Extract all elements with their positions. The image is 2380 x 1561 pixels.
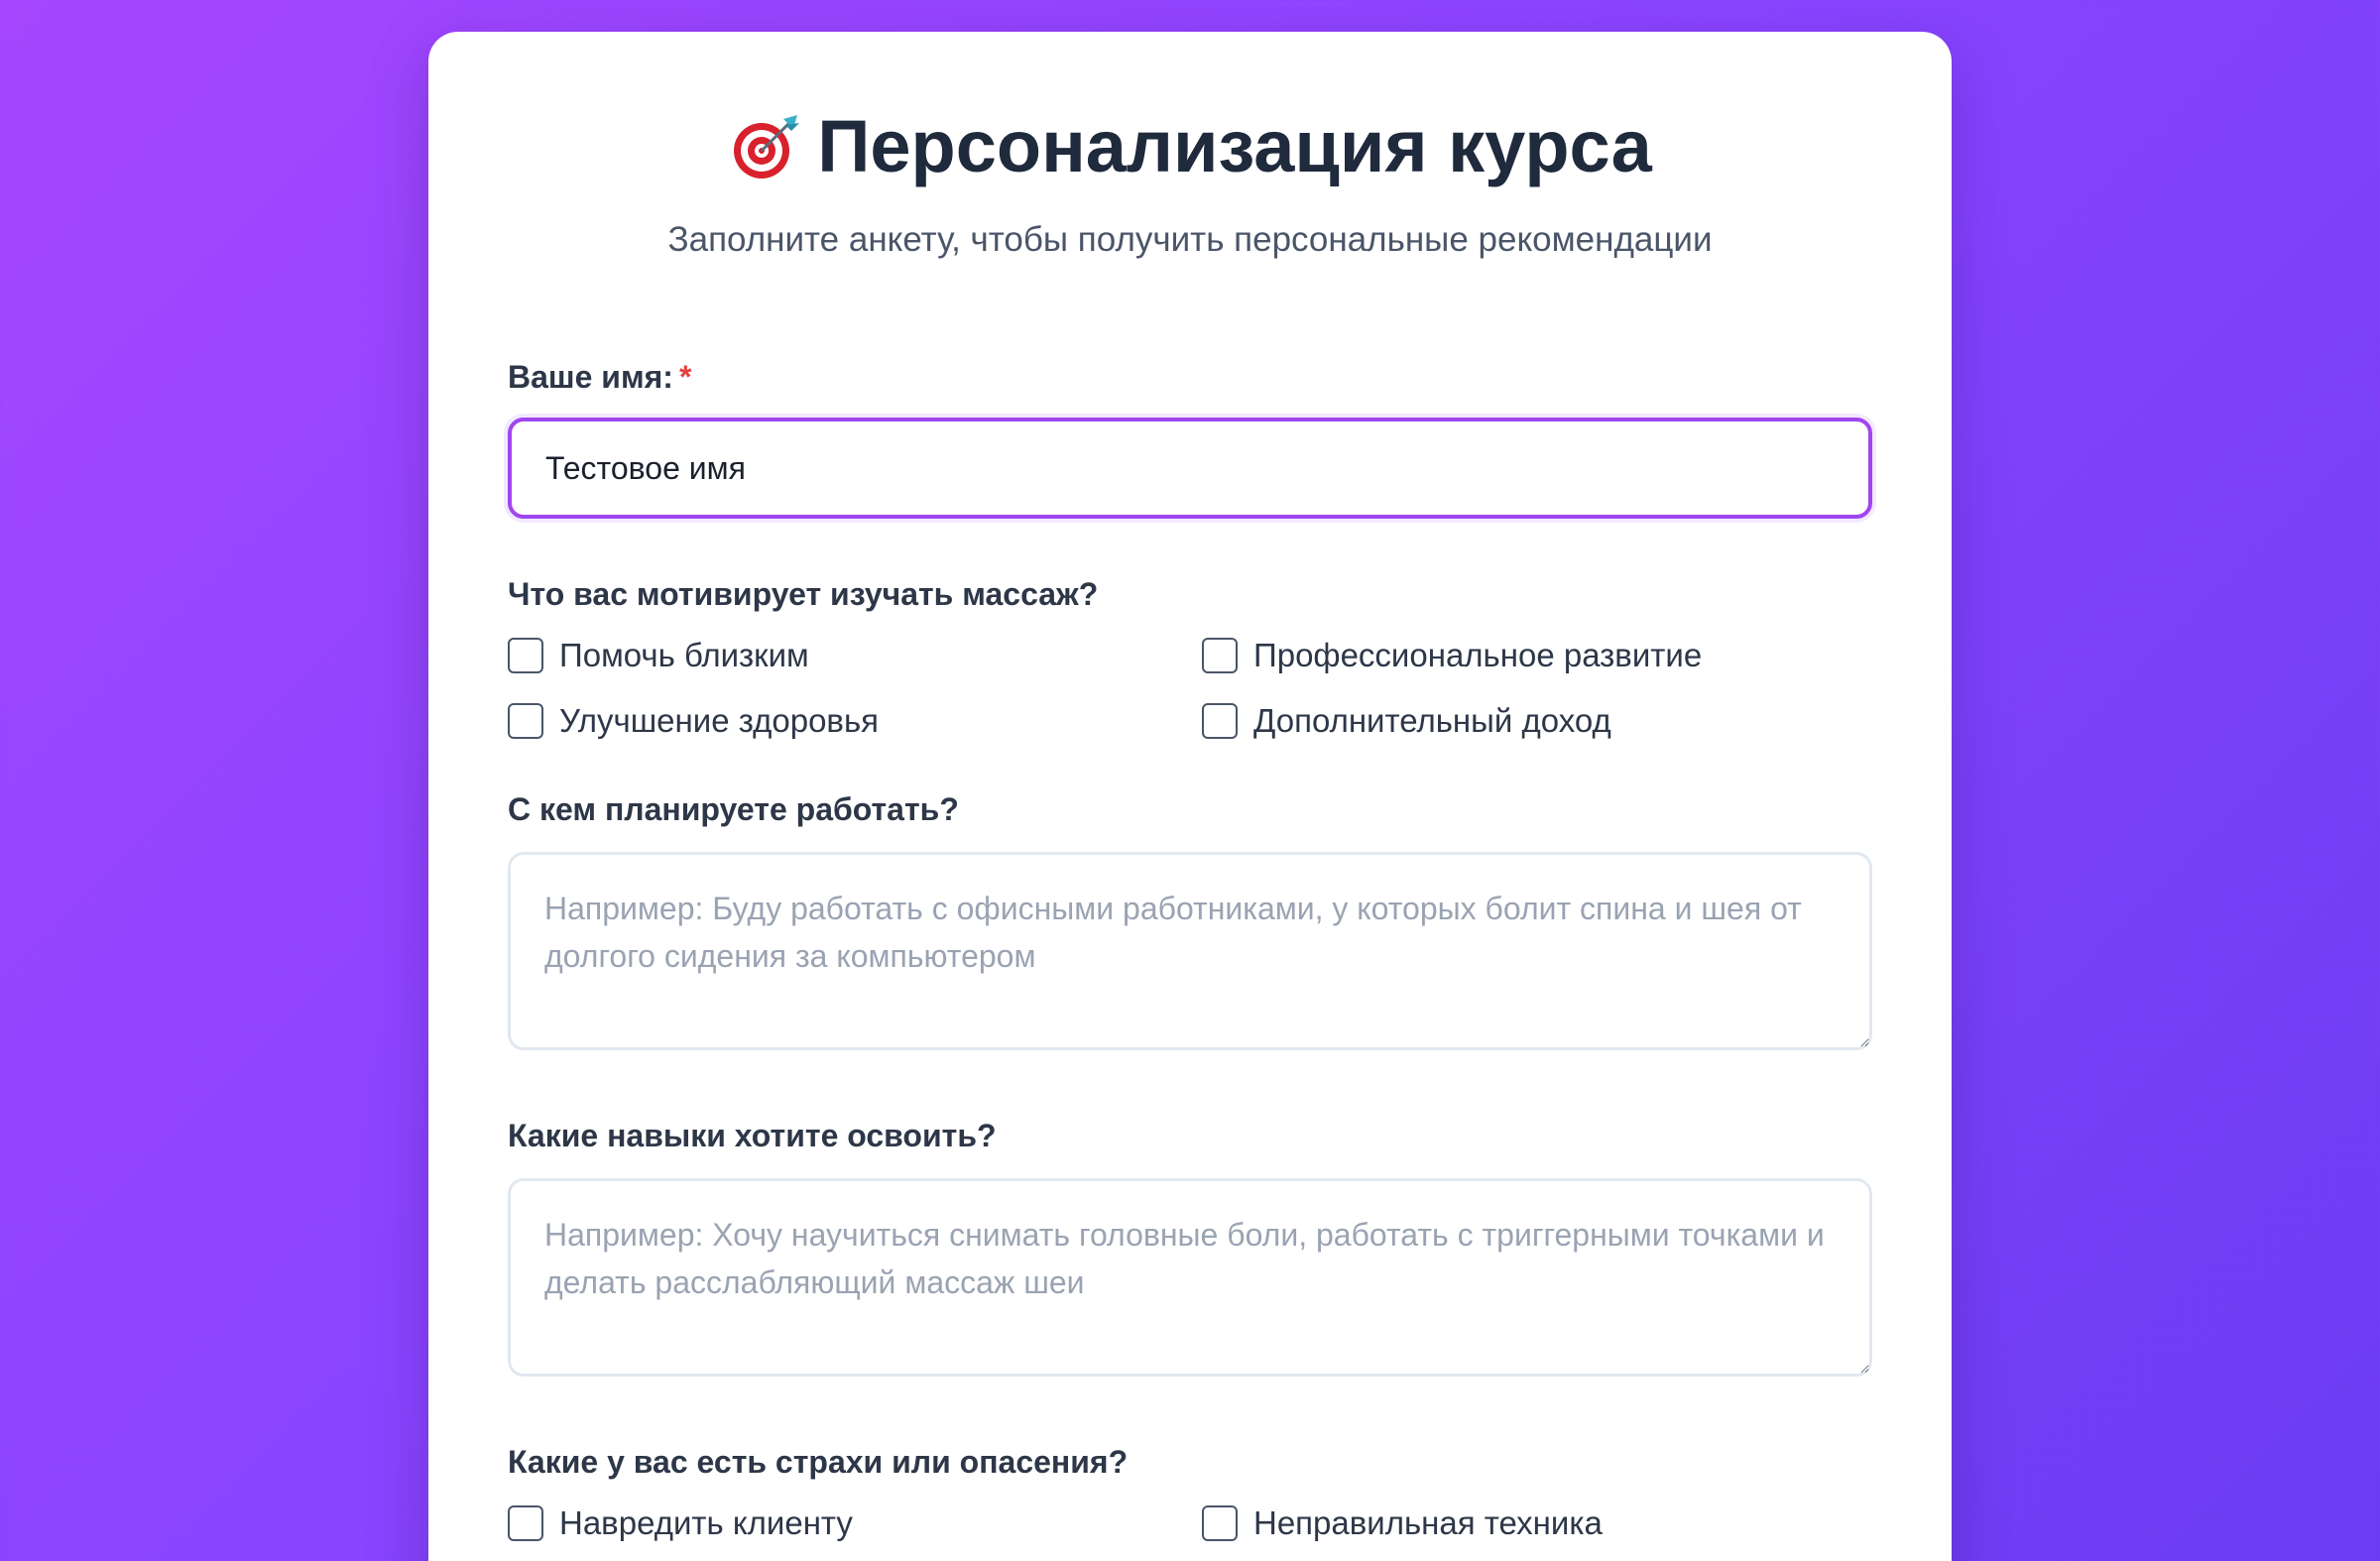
option-label: Неправильная техника xyxy=(1253,1504,1603,1541)
header: Персонализация курса Заполните анкету, ч… xyxy=(428,32,1952,260)
audience-textarea[interactable] xyxy=(508,852,1872,1050)
fears-section: Какие у вас есть страхи или опасения? На… xyxy=(508,1444,1872,1561)
title-row: Персонализация курса xyxy=(428,109,1952,184)
name-input[interactable] xyxy=(508,418,1872,519)
form-card: Персонализация курса Заполните анкету, ч… xyxy=(428,32,1952,1561)
checkbox[interactable] xyxy=(1202,1505,1238,1541)
checkbox[interactable] xyxy=(508,638,543,673)
audience-section: С кем планируете работать? xyxy=(508,791,1872,1050)
page-title: Персонализация курса xyxy=(817,105,1652,187)
questionnaire-form: Ваше имя:* Что вас мотивирует изучать ма… xyxy=(508,359,1872,1561)
option-label: Дополнительный доход xyxy=(1253,702,1611,739)
checkbox[interactable] xyxy=(1202,703,1238,739)
fears-option-wrong-technique[interactable]: Неправильная техника xyxy=(1202,1504,1872,1542)
motivation-option-professional-growth[interactable]: Профессиональное развитие xyxy=(1202,637,1872,674)
skills-section: Какие навыки хотите освоить? xyxy=(508,1118,1872,1377)
motivation-option-extra-income[interactable]: Дополнительный доход xyxy=(1202,702,1872,740)
fears-option-harm-client[interactable]: Навредить клиенту xyxy=(508,1504,1202,1542)
option-label: Помочь близким xyxy=(559,637,809,673)
motivation-option-health[interactable]: Улучшение здоровья xyxy=(508,702,1202,740)
motivation-option-help-relatives[interactable]: Помочь близким xyxy=(508,637,1202,674)
option-label: Навредить клиенту xyxy=(559,1504,853,1541)
checkbox[interactable] xyxy=(508,1505,543,1541)
name-label: Ваше имя: * xyxy=(508,359,1872,396)
skills-textarea[interactable] xyxy=(508,1178,1872,1377)
required-mark: * xyxy=(678,359,692,395)
motivation-options: Помочь близким Профессиональное развитие… xyxy=(508,637,1872,740)
skills-label: Какие навыки хотите освоить? xyxy=(508,1118,997,1153)
motivation-label: Что вас мотивирует изучать массаж? xyxy=(508,576,1099,612)
option-label: Профессиональное развитие xyxy=(1253,637,1703,673)
fears-label: Какие у вас есть страхи или опасения? xyxy=(508,1444,1129,1480)
audience-label: С кем планируете работать? xyxy=(508,791,959,827)
motivation-section: Что вас мотивирует изучать массаж? Помоч… xyxy=(508,576,1872,740)
fears-options: Навредить клиенту Неправильная техника xyxy=(508,1504,1872,1561)
option-label: Улучшение здоровья xyxy=(559,702,880,739)
page-subtitle: Заполните анкету, чтобы получить персона… xyxy=(667,220,1713,259)
target-icon xyxy=(728,109,803,184)
checkbox[interactable] xyxy=(508,703,543,739)
name-section: Ваше имя: * xyxy=(508,359,1872,519)
checkbox[interactable] xyxy=(1202,638,1238,673)
name-label-text: Ваше имя: xyxy=(508,359,673,395)
